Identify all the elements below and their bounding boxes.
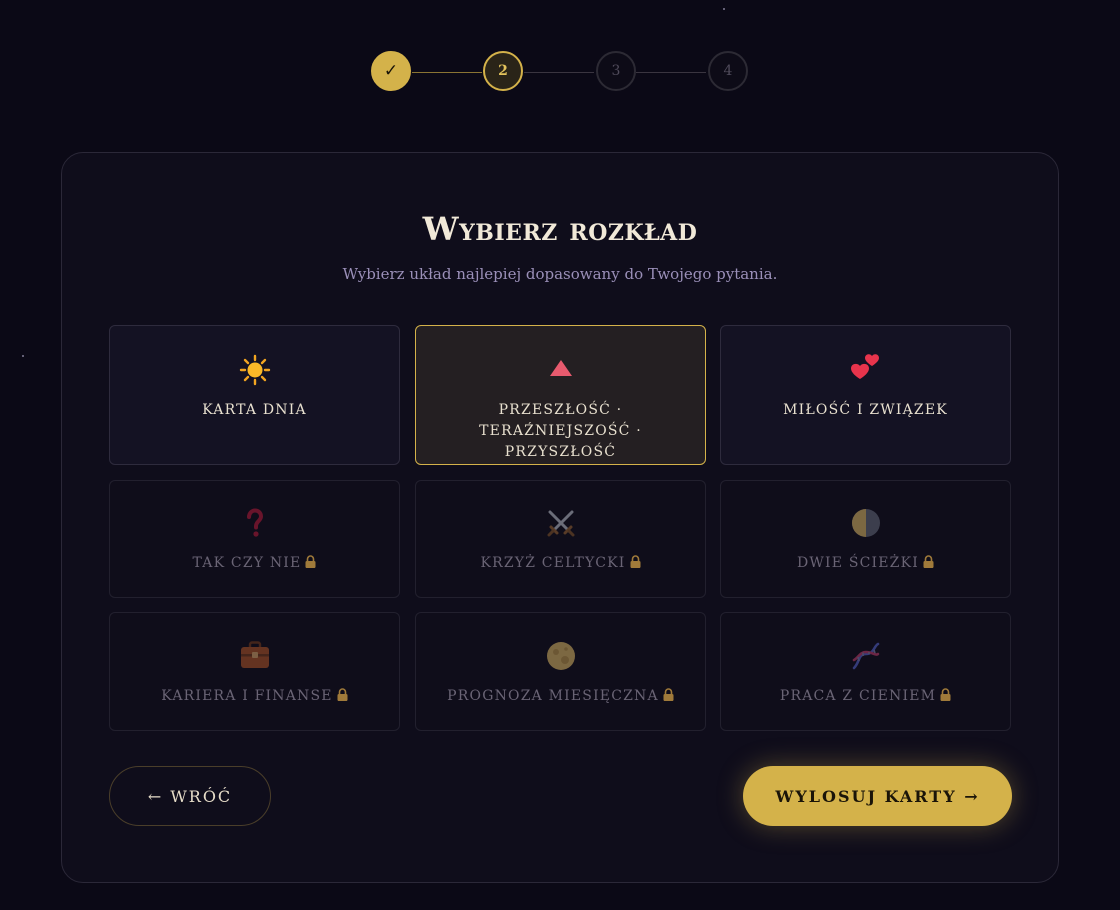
spread-label-locked: TAK CZY NIE [120,553,389,575]
spread-option-celtic-cross[interactable]: KRZYŻ CELTYCKI [415,480,706,598]
page-title: Wybierz rozkład [422,210,698,248]
triangle-icon [416,358,705,378]
step-1-complete[interactable]: ✓ [371,51,411,91]
step-4: 4 [708,51,748,91]
step-connector [412,72,482,73]
spread-option-karta-dnia[interactable]: KARTA DNIA [109,325,400,465]
sun-icon [110,354,399,386]
spread-label-locked: KARIERA I FINANSE [120,686,389,708]
spread-option-past-present-future[interactable]: PRZESZŁOŚĆ · TERAŹNIEJSZOŚĆ · PRZYSZŁOŚĆ [415,325,706,465]
briefcase-icon [110,640,399,670]
step-2-current[interactable]: 2 [483,51,523,91]
page-subtitle: Wybierz układ najlepiej dopasowany do Tw… [342,265,778,283]
spread-option-love[interactable]: MIŁOŚĆ I ZWIĄZEK [720,325,1011,465]
lock-icon [923,554,934,575]
spread-option-monthly-forecast[interactable]: PROGNOZA MIESIĘCZNA [415,612,706,731]
step-connector [636,72,706,73]
back-button[interactable]: ← WRÓĆ [109,766,271,826]
crossed-swords-icon [416,507,705,539]
spread-label: MIŁOŚĆ I ZWIĄZEK [783,402,948,418]
spread-option-two-paths[interactable]: DWIE ŚCIEŻKI [720,480,1011,598]
half-moon-icon [721,507,1010,539]
lock-icon [305,554,316,575]
two-hearts-icon [721,352,1010,386]
question-mark-icon [110,507,399,539]
spread-label-locked: KRZYŻ CELTYCKI [426,553,695,575]
lock-icon [663,687,674,708]
spread-label-locked: DWIE ŚCIEŻKI [731,553,1000,575]
spread-option-yes-no[interactable]: TAK CZY NIE [109,480,400,598]
step-connector [524,72,594,73]
spread-label-locked: PROGNOZA MIESIĘCZNA [426,686,695,708]
spread-option-career[interactable]: KARIERA I FINANSE [109,612,400,731]
draw-cards-button[interactable]: WYLOSUJ KARTY → [743,766,1012,826]
dna-icon [721,640,1010,672]
full-moon-icon [416,640,705,672]
step-3: 3 [596,51,636,91]
lock-icon [630,554,641,575]
spread-label-locked: PRACA Z CIENIEM [731,686,1000,708]
spread-selection-panel: Wybierz rozkład Wybierz układ najlepiej … [61,152,1059,883]
spread-label: KARTA DNIA [202,402,307,418]
spread-label: PRZESZŁOŚĆ · TERAŹNIEJSZOŚĆ · PRZYSZŁOŚĆ [479,402,642,460]
spread-option-shadow-work[interactable]: PRACA Z CIENIEM [720,612,1011,731]
lock-icon [940,687,951,708]
progress-stepper: ✓ 2 3 4 [370,51,752,95]
lock-icon [337,687,348,708]
